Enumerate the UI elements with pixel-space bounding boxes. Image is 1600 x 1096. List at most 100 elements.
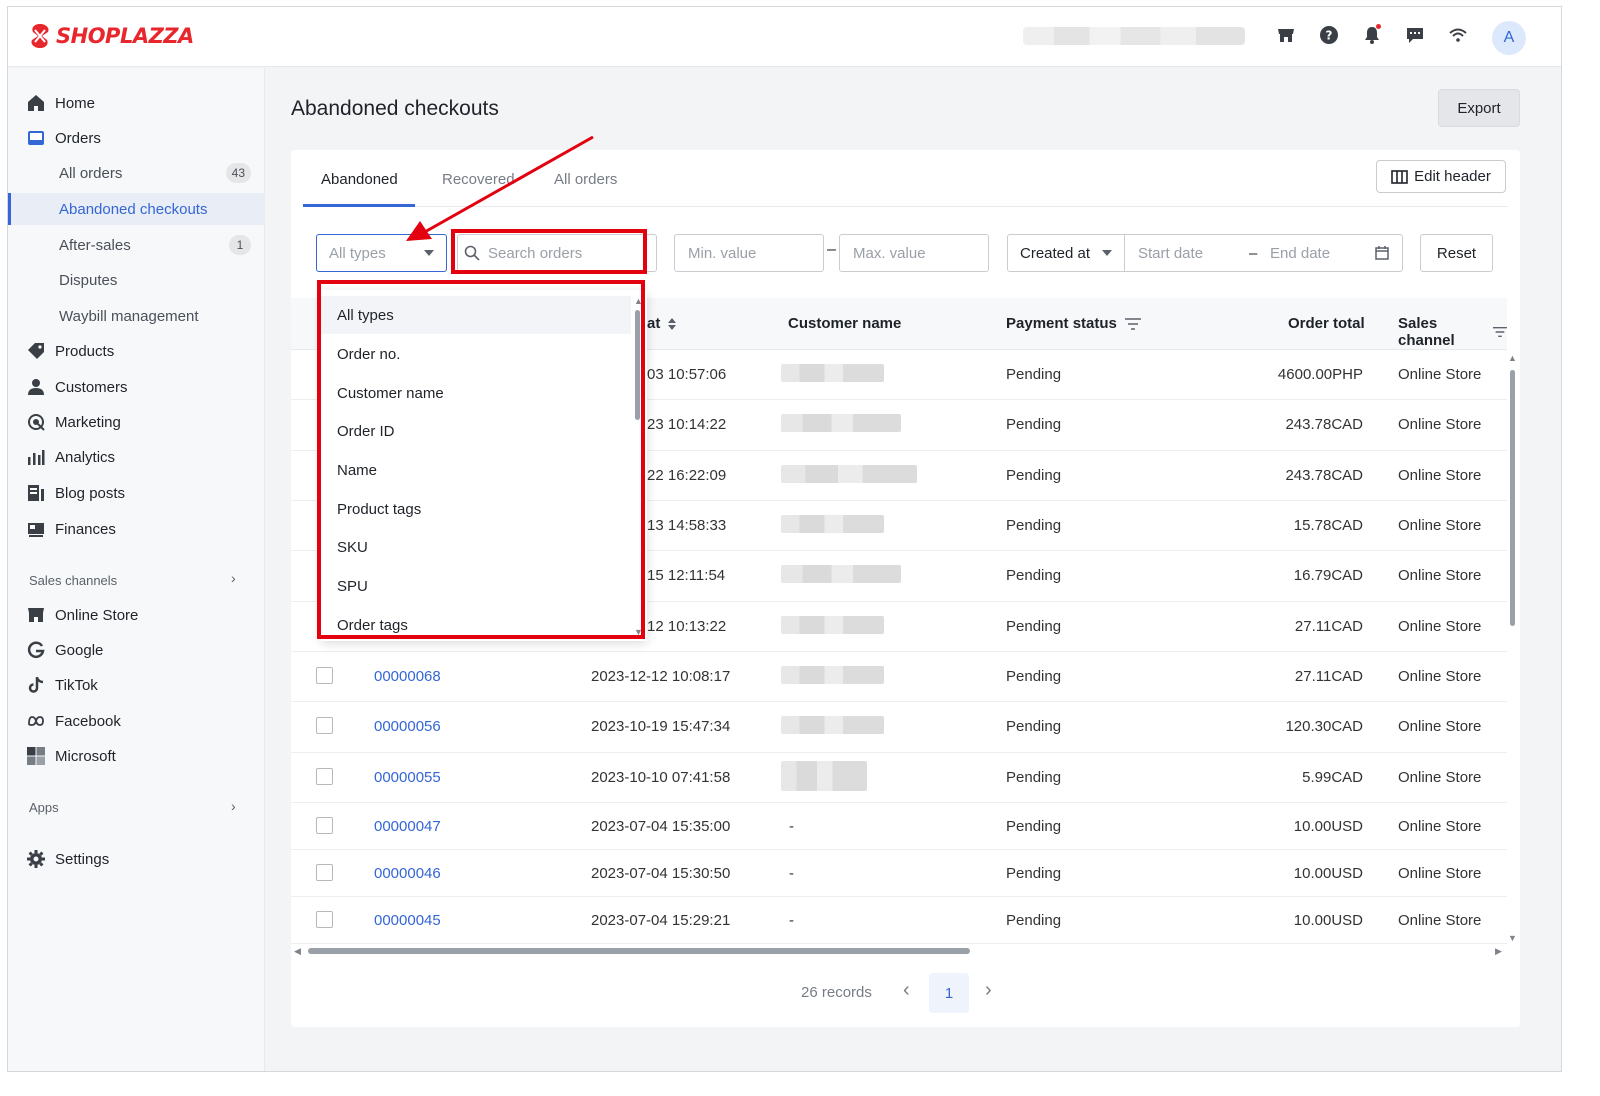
sidebar-subitem-after-sales[interactable]: After-sales 1 (8, 229, 265, 261)
table-row[interactable]: 00000046 2023-07-04 15:30:50 - Pending 1… (291, 850, 1507, 897)
column-header-created[interactable]: at (647, 315, 677, 332)
min-value-placeholder: Min. value (688, 244, 757, 262)
dropdown-option[interactable]: Order no. (321, 335, 631, 373)
order-number-link[interactable]: 00000055 (374, 769, 441, 786)
sidebar-item-label: Settings (55, 850, 110, 868)
payment-status-cell: Pending (1006, 769, 1062, 786)
caret-down-icon (1102, 250, 1112, 256)
sidebar-item-facebook[interactable]: Facebook (8, 705, 265, 737)
export-button[interactable]: Export (1438, 89, 1520, 127)
dropdown-option[interactable]: Product tags (321, 490, 631, 528)
date-field-select[interactable]: Created at (1007, 234, 1125, 272)
sidebar-item-orders[interactable]: Orders (8, 122, 265, 154)
dropdown-option[interactable]: All types (321, 296, 631, 334)
wifi-icon[interactable] (1448, 25, 1468, 45)
row-checkbox[interactable] (316, 667, 333, 684)
sidebar-item-blog-posts[interactable]: Blog posts (8, 477, 265, 509)
sidebar-item-label: Analytics (55, 448, 116, 466)
row-checkbox[interactable] (316, 864, 333, 881)
calendar-icon (1375, 246, 1389, 260)
dropdown-option[interactable]: Order ID (321, 412, 631, 450)
column-header-channel[interactable]: Sales channel (1398, 315, 1507, 349)
customer-name-redacted (781, 716, 884, 734)
sidebar-item-label: Blog posts (55, 484, 126, 502)
dropdown-scrollbar-thumb[interactable] (635, 310, 640, 420)
sidebar-subitem-disputes[interactable]: Disputes (8, 264, 265, 296)
order-number-link[interactable]: 00000046 (374, 865, 441, 882)
column-header-label: Order total (1288, 315, 1365, 332)
sidebar-item-home[interactable]: Home (8, 87, 265, 119)
blog-icon (26, 483, 46, 503)
chevron-right-icon[interactable]: › (231, 798, 236, 814)
dropdown-scroll-up-icon[interactable]: ▲ (634, 296, 643, 306)
sidebar-item-settings[interactable]: Settings (8, 843, 265, 875)
order-total-cell: 10.00USD (1293, 865, 1363, 882)
row-checkbox[interactable] (316, 911, 333, 928)
order-number-link[interactable]: 00000068 (374, 668, 441, 685)
max-value-input[interactable]: Max. value (839, 234, 989, 272)
edit-header-button[interactable]: Edit header (1376, 160, 1506, 193)
table-row[interactable]: 00000045 2023-07-04 15:29:21 - Pending 1… (291, 897, 1507, 944)
row-checkbox[interactable] (316, 768, 333, 785)
sidebar-subitem-abandoned-checkouts[interactable]: Abandoned checkouts (8, 193, 265, 225)
sales-channel-cell: Online Store (1398, 668, 1482, 685)
column-header-payment[interactable]: Payment status (1006, 315, 1141, 332)
next-page-icon[interactable]: › (985, 979, 992, 1002)
dropdown-scroll-down-icon[interactable]: ▼ (634, 627, 643, 637)
table-row[interactable]: 00000047 2023-07-04 15:35:00 - Pending 1… (291, 803, 1507, 850)
bell-icon[interactable] (1362, 24, 1382, 45)
scroll-right-arrow-icon[interactable]: ▶ (1495, 946, 1502, 957)
sidebar-item-finances[interactable]: Finances (8, 513, 265, 545)
person-icon (26, 377, 46, 397)
order-number-link[interactable]: 00000045 (374, 912, 441, 929)
sidebar-subitem-waybill-management[interactable]: Waybill management (8, 300, 265, 332)
page-number-button[interactable]: 1 (929, 973, 969, 1013)
scroll-down-arrow-icon[interactable]: ▼ (1508, 933, 1517, 943)
help-icon[interactable]: ? (1319, 25, 1339, 45)
payment-status-cell: Pending (1006, 718, 1062, 735)
scroll-left-arrow-icon[interactable]: ◀ (294, 946, 301, 957)
column-header-label: Payment status (1006, 315, 1117, 332)
date-range-picker[interactable]: Start date – End date (1124, 234, 1403, 272)
sidebar-item-microsoft[interactable]: Microsoft (8, 740, 265, 772)
payment-status-cell: Pending (1006, 517, 1062, 534)
store-icon[interactable] (1276, 25, 1296, 45)
avatar[interactable]: A (1492, 21, 1526, 55)
sidebar-item-google[interactable]: Google (8, 634, 265, 666)
created-cell: -22 16:22:09 (642, 467, 727, 484)
horizontal-scrollbar-thumb[interactable] (308, 948, 970, 954)
dropdown-option[interactable]: Name (321, 451, 631, 489)
prev-page-icon[interactable]: ‹ (903, 979, 910, 1002)
dropdown-option[interactable]: Customer name (321, 374, 631, 412)
row-checkbox[interactable] (316, 717, 333, 734)
reset-button[interactable]: Reset (1420, 234, 1493, 272)
sidebar-item-analytics[interactable]: Analytics (8, 441, 265, 473)
sidebar-item-products[interactable]: Products (8, 335, 265, 367)
sidebar-item-online-store[interactable]: Online Store (8, 599, 265, 631)
row-checkbox[interactable] (316, 817, 333, 834)
sidebar-item-label: Abandoned checkouts (59, 200, 208, 218)
vertical-scrollbar-thumb[interactable] (1510, 370, 1515, 626)
date-field-value: Created at (1020, 244, 1091, 262)
chat-icon[interactable] (1405, 25, 1425, 45)
sidebar-item-customers[interactable]: Customers (8, 371, 265, 403)
min-value-input[interactable]: Min. value (674, 234, 824, 272)
dropdown-option[interactable]: SKU (321, 528, 631, 566)
chevron-right-icon[interactable]: › (231, 570, 236, 586)
dropdown-option[interactable]: Order tags (321, 606, 631, 641)
sidebar-item-marketing[interactable]: Marketing (8, 406, 265, 438)
table-row[interactable]: 00000068 2023-12-12 10:08:17 Pending 27.… (291, 652, 1507, 702)
tab-abandoned[interactable]: Abandoned (321, 171, 398, 188)
sidebar: Home Orders All orders 43 Abandoned chec… (8, 68, 265, 1071)
sidebar-subitem-all-orders[interactable]: All orders 43 (8, 157, 265, 189)
scroll-up-arrow-icon[interactable]: ▲ (1508, 353, 1517, 363)
sidebar-item-label: Customers (55, 378, 128, 396)
order-number-link[interactable]: 00000056 (374, 718, 441, 735)
dropdown-option[interactable]: SPU (321, 567, 631, 605)
table-row[interactable]: 00000055 2023-10-10 07:41:58 Pending 5.9… (291, 753, 1507, 803)
sidebar-item-tiktok[interactable]: TikTok (8, 669, 265, 701)
table-row[interactable]: 00000056 2023-10-19 15:47:34 Pending 120… (291, 702, 1507, 753)
shoplazza-logo[interactable]: SHOPLAZZA (28, 23, 194, 49)
order-number-link[interactable]: 00000047 (374, 818, 441, 835)
bar-chart-icon (26, 447, 46, 467)
